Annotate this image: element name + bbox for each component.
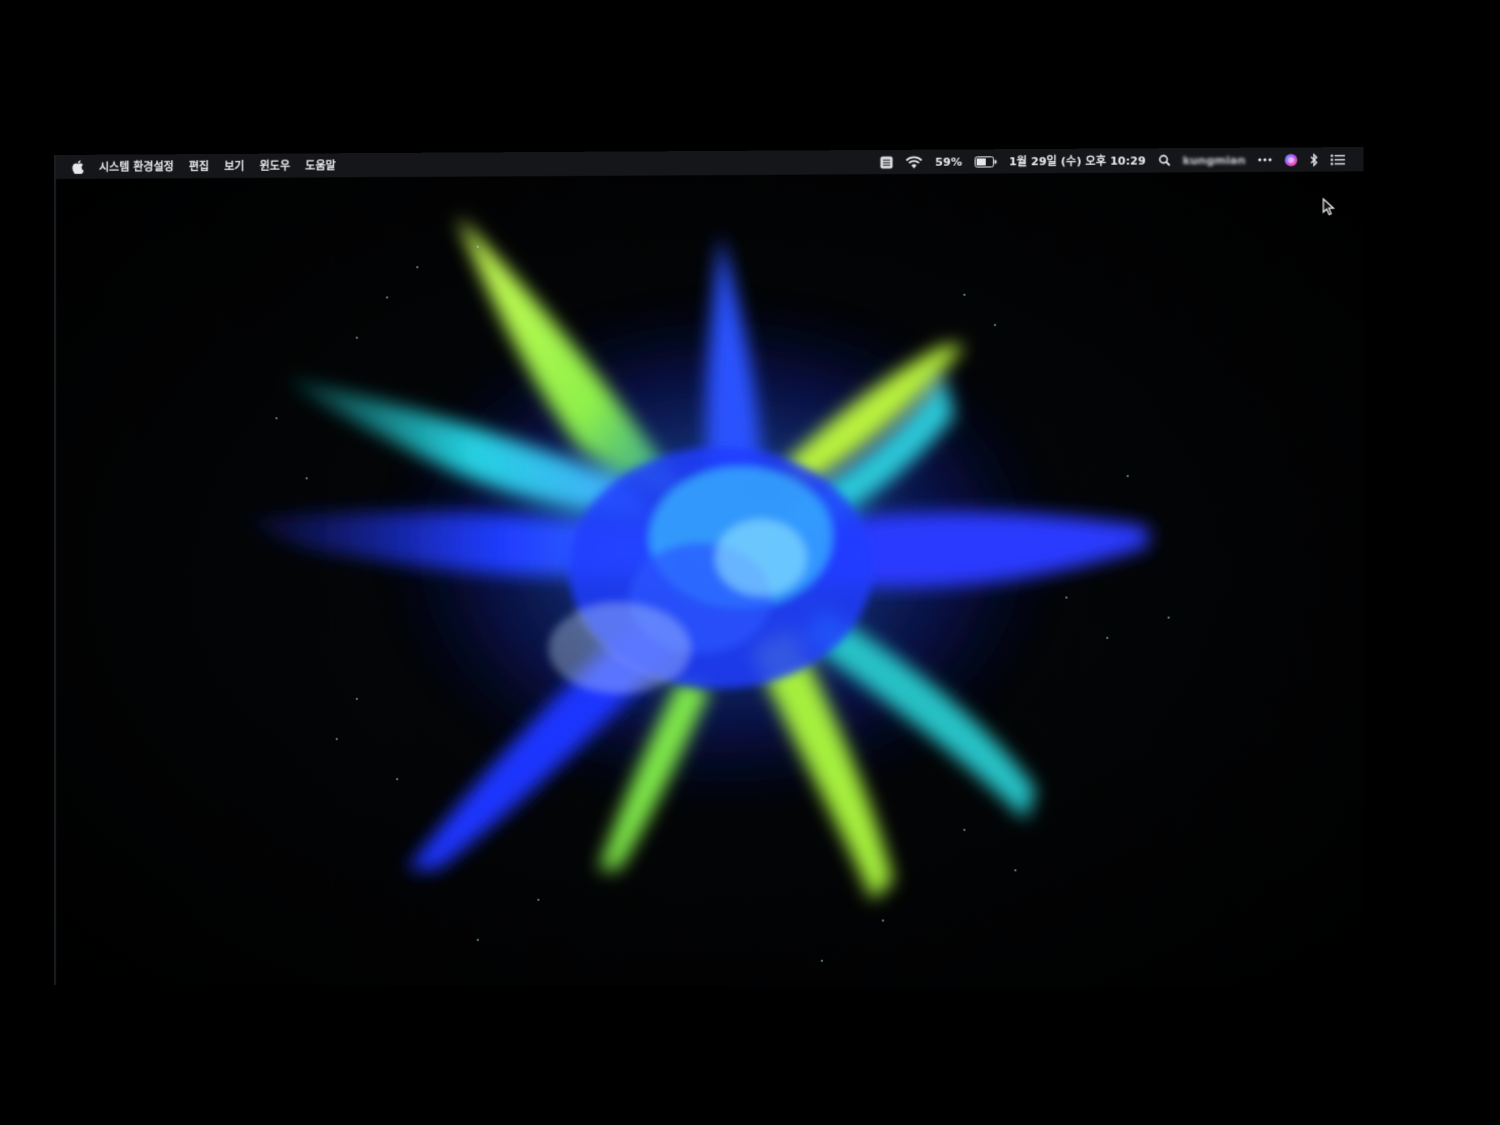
menu-app-name[interactable]: 시스템 환경설정 bbox=[99, 158, 174, 174]
apple-icon[interactable] bbox=[72, 160, 84, 175]
clock-datetime[interactable]: 1월 29일 (수) 오후 10:29 bbox=[1009, 152, 1146, 169]
menu-view[interactable]: 보기 bbox=[224, 158, 244, 174]
menu-window[interactable]: 윈도우 bbox=[260, 158, 291, 174]
user-name[interactable]: kungmian bbox=[1183, 153, 1246, 167]
menu-help[interactable]: 도움말 bbox=[305, 157, 336, 173]
desktop-screen: 시스템 환경설정 편집 보기 윈도우 도움말 59% 1월 29일 (수) 오후… bbox=[54, 146, 1364, 989]
menu-bar-left: 시스템 환경설정 편집 보기 윈도우 도움말 bbox=[56, 157, 336, 175]
battery-icon[interactable] bbox=[974, 156, 997, 167]
notification-center-icon[interactable] bbox=[1330, 154, 1345, 165]
input-source-icon[interactable] bbox=[880, 155, 893, 169]
bluetooth-icon[interactable] bbox=[1310, 153, 1318, 166]
spotlight-icon[interactable] bbox=[1158, 154, 1170, 166]
wallpaper-powder-burst bbox=[246, 215, 1170, 962]
photo-background: 시스템 환경설정 편집 보기 윈도우 도움말 59% 1월 29일 (수) 오후… bbox=[0, 0, 1500, 1125]
more-icon[interactable] bbox=[1258, 158, 1272, 162]
menu-bar-right: 59% 1월 29일 (수) 오후 10:29 kungmian bbox=[880, 151, 1363, 170]
mouse-pointer bbox=[1322, 198, 1336, 220]
battery-percent[interactable]: 59% bbox=[935, 155, 962, 168]
menu-edit[interactable]: 편집 bbox=[189, 158, 209, 174]
siri-icon[interactable] bbox=[1284, 153, 1298, 166]
wifi-icon[interactable] bbox=[906, 155, 923, 168]
